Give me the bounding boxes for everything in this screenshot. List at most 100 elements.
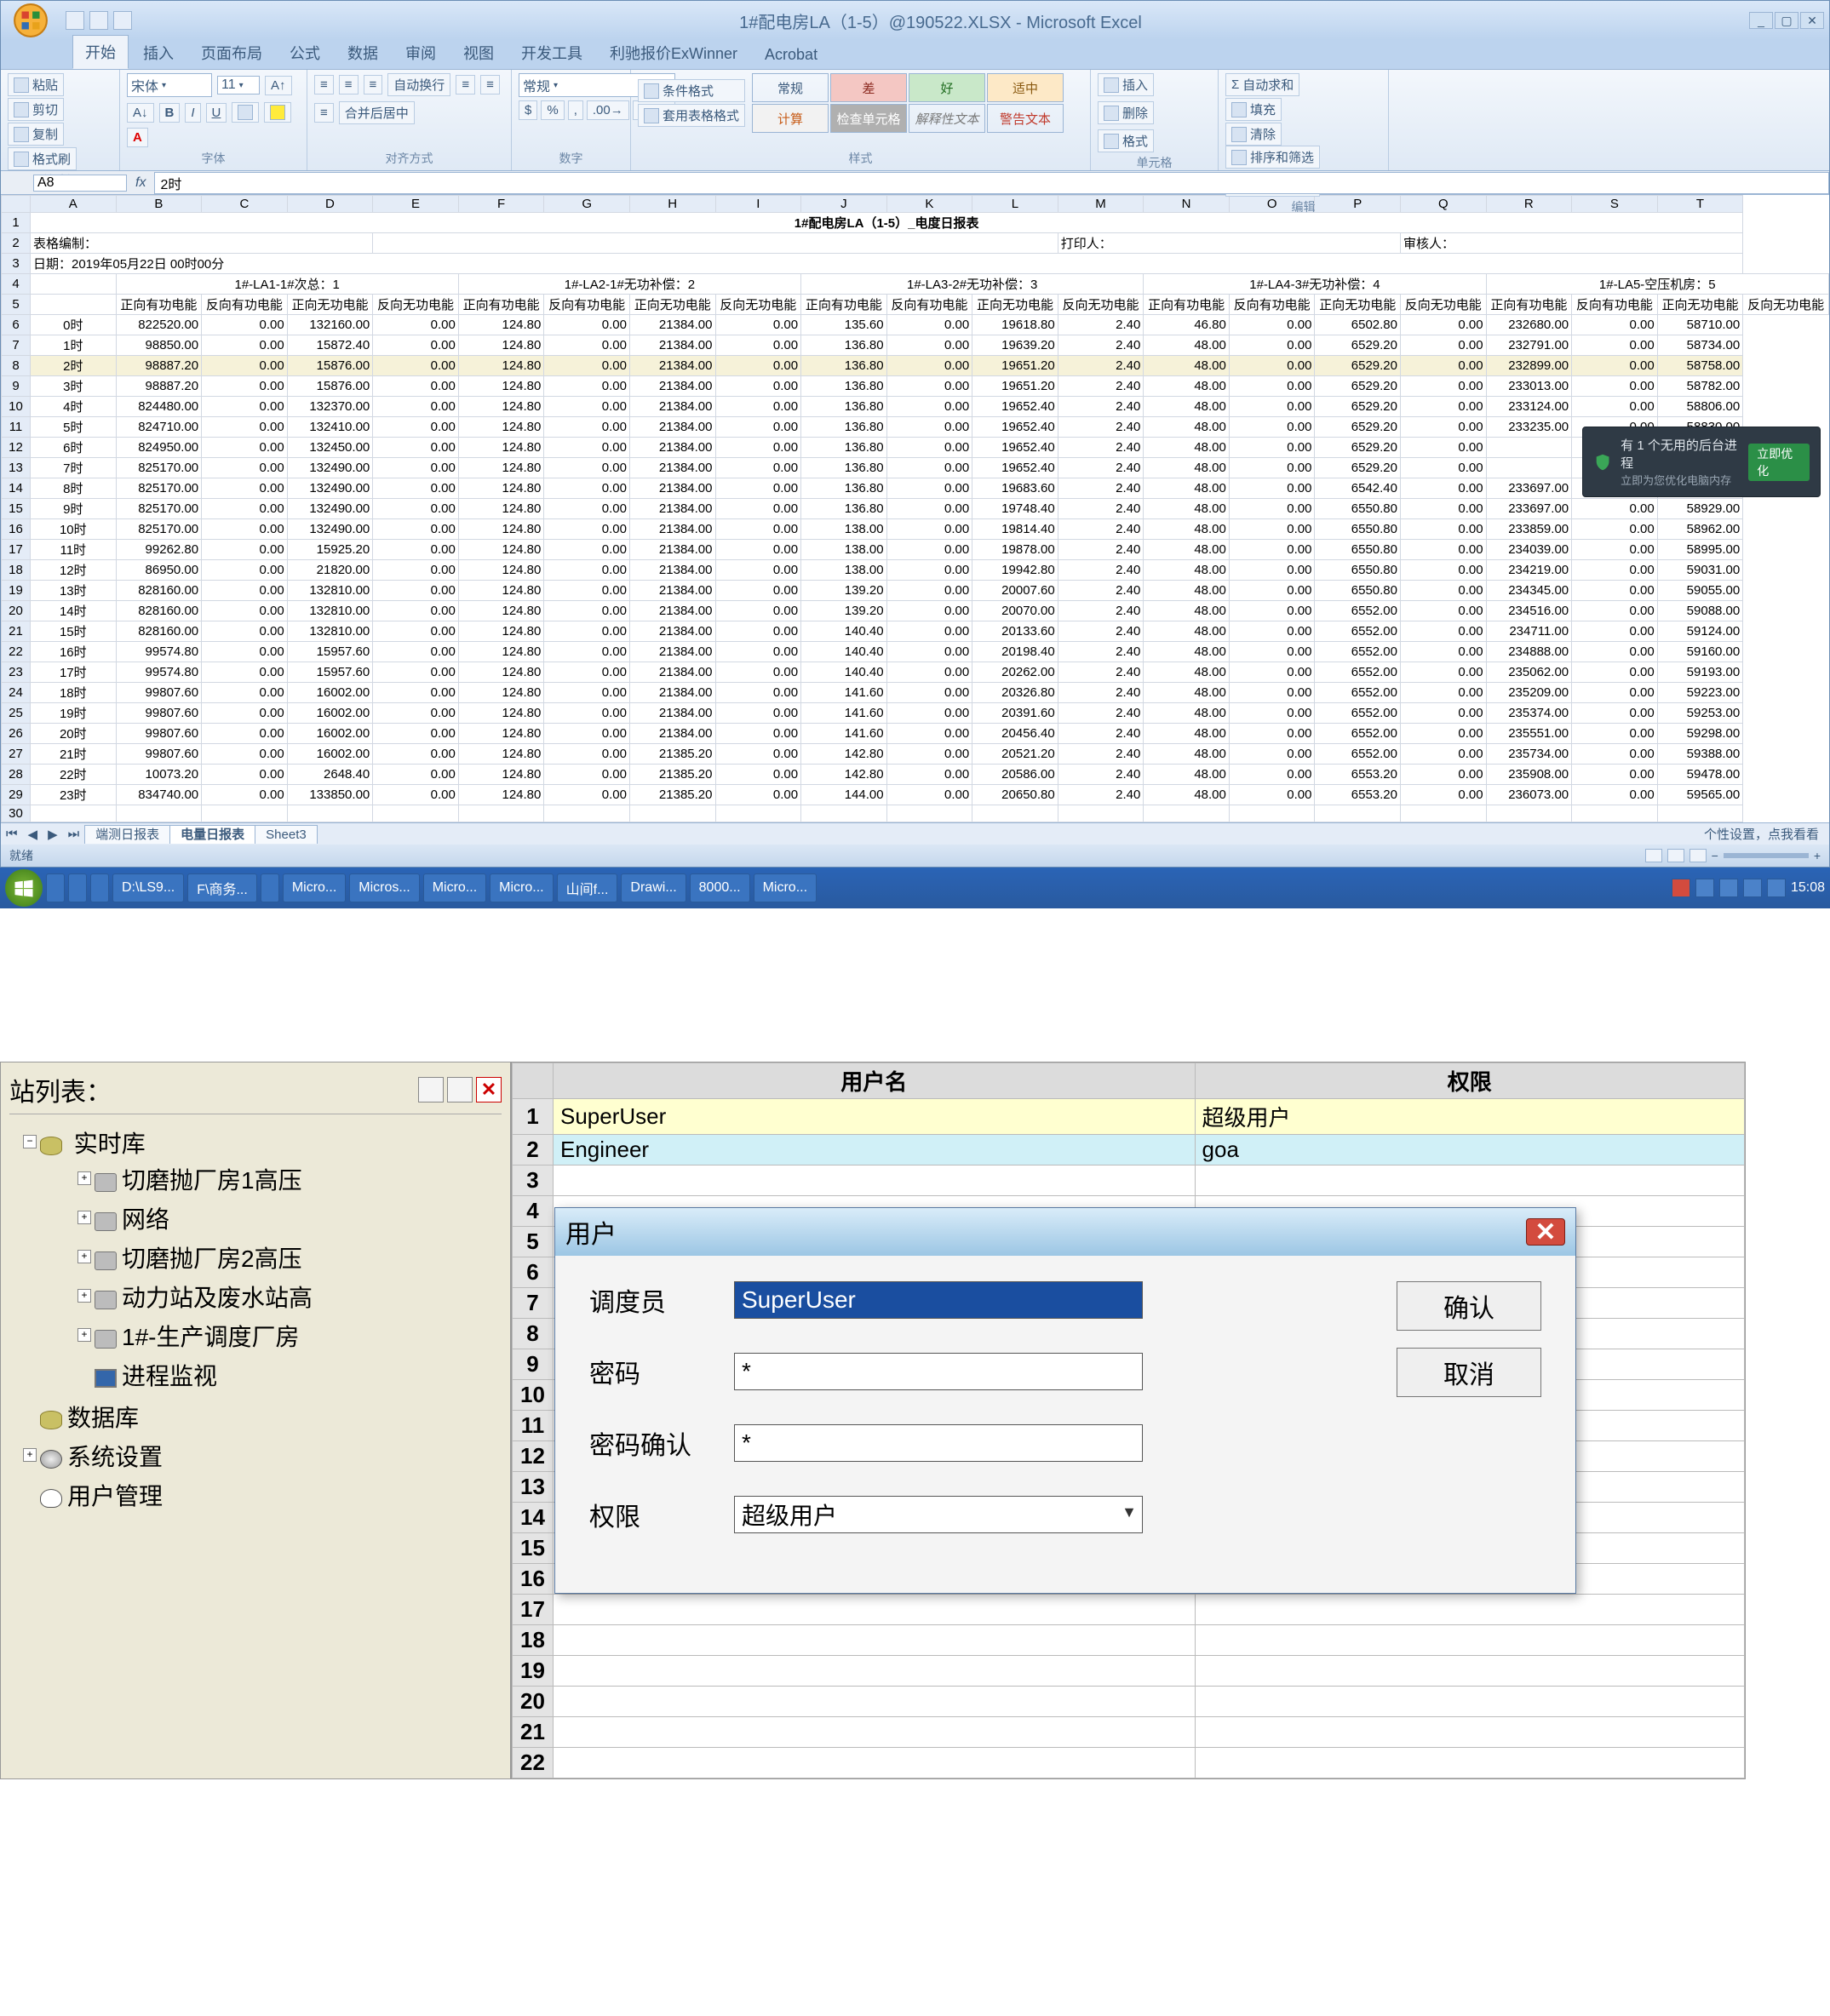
italic-button[interactable]: I bbox=[185, 103, 200, 123]
view-pagelayout-icon[interactable] bbox=[1667, 849, 1684, 862]
format-painter-button[interactable]: 格式刷 bbox=[8, 147, 77, 170]
increase-font-button[interactable]: A↑ bbox=[265, 76, 292, 95]
ok-button[interactable]: 确认 bbox=[1397, 1281, 1541, 1331]
sheet-tab[interactable]: 端测日报表 bbox=[84, 825, 170, 844]
tray-network-icon[interactable] bbox=[1719, 879, 1738, 897]
ribbon-tab[interactable]: 利驰报价ExWinner bbox=[597, 36, 750, 69]
ribbon-tab[interactable]: 审阅 bbox=[393, 36, 449, 69]
tray-shield-icon[interactable] bbox=[1767, 879, 1786, 897]
station-tree[interactable]: 实时库 切磨抛厂房1高压网络切磨抛厂房2高压动力站及废水站高1#-生产调度厂房进… bbox=[9, 1123, 502, 1515]
password-confirm-field[interactable]: * bbox=[734, 1424, 1143, 1462]
style-normal[interactable]: 常规 bbox=[752, 73, 829, 102]
zoom-out-button[interactable]: − bbox=[1712, 849, 1718, 862]
tray-sogou-icon[interactable] bbox=[1672, 879, 1690, 897]
align-left-button[interactable]: ≡ bbox=[456, 75, 475, 94]
qat-save-icon[interactable] bbox=[66, 11, 84, 30]
start-button[interactable] bbox=[5, 869, 43, 907]
operator-field[interactable]: SuperUser bbox=[734, 1281, 1143, 1319]
zoom-slider[interactable] bbox=[1724, 853, 1809, 858]
taskbar-item[interactable]: Micro... bbox=[754, 873, 817, 902]
align-bottom-button[interactable]: ≡ bbox=[364, 75, 383, 94]
align-middle-button[interactable]: ≡ bbox=[339, 75, 359, 94]
cut-button[interactable]: 剪切 bbox=[8, 98, 64, 121]
ribbon-tab[interactable]: 公式 bbox=[277, 36, 333, 69]
delete-button[interactable]: 删除 bbox=[1098, 101, 1154, 124]
tree-user-mgmt[interactable]: 用户管理 bbox=[14, 1475, 502, 1515]
style-explain[interactable]: 解释性文本 bbox=[909, 104, 985, 133]
taskbar-item[interactable]: 山间f... bbox=[557, 873, 618, 902]
clear-button[interactable]: 清除 bbox=[1225, 123, 1282, 146]
style-calc[interactable]: 计算 bbox=[752, 104, 829, 133]
worksheet-area[interactable]: ABCDEFGHIJKLMNOPQRST11#配电房LA（1-5）_电度日报表2… bbox=[1, 195, 1829, 822]
taskbar-item[interactable]: 8000... bbox=[690, 873, 750, 902]
ribbon-tab[interactable]: Acrobat bbox=[752, 40, 830, 69]
tree-item[interactable]: 进程监视 bbox=[69, 1355, 502, 1395]
tab-nav-first[interactable]: ⏮ bbox=[1, 827, 23, 841]
ribbon-tab[interactable]: 视图 bbox=[450, 36, 507, 69]
tree-root[interactable]: 实时库 切磨抛厂房1高压网络切磨抛厂房2高压动力站及废水站高1#-生产调度厂房进… bbox=[14, 1123, 502, 1397]
view-normal-icon[interactable] bbox=[1645, 849, 1662, 862]
taskbar-item[interactable]: Micro... bbox=[283, 873, 346, 902]
tree-item[interactable]: 1#-生产调度厂房 bbox=[69, 1316, 502, 1355]
save-icon[interactable] bbox=[447, 1077, 473, 1102]
qat-undo-icon[interactable] bbox=[89, 11, 108, 30]
tree-item[interactable]: 切磨抛厂房1高压 bbox=[69, 1160, 502, 1199]
style-neutral[interactable]: 适中 bbox=[987, 73, 1064, 102]
taskbar-item[interactable]: F\商务... bbox=[187, 873, 257, 902]
sheet-tab[interactable]: Sheet3 bbox=[255, 825, 318, 844]
role-dropdown[interactable]: 超级用户 bbox=[734, 1496, 1143, 1533]
ribbon-tab[interactable]: 数据 bbox=[335, 36, 391, 69]
ribbon-tab[interactable]: 页面布局 bbox=[188, 36, 275, 69]
style-bad[interactable]: 差 bbox=[830, 73, 907, 102]
cond-format-button[interactable]: 条件格式 bbox=[638, 79, 745, 102]
qat-redo-icon[interactable] bbox=[113, 11, 132, 30]
ribbon-tab[interactable]: 插入 bbox=[130, 36, 186, 69]
ribbon-tab[interactable]: 开始 bbox=[72, 35, 129, 69]
tree-item[interactable]: 动力站及废水站高 bbox=[69, 1277, 502, 1316]
taskbar-item[interactable] bbox=[46, 873, 65, 902]
tray-clock[interactable]: 15:08 bbox=[1791, 880, 1825, 896]
paste-button[interactable]: 粘贴 bbox=[8, 73, 64, 96]
office-button[interactable] bbox=[1, 1, 60, 40]
tab-nav-next[interactable]: ▶ bbox=[43, 827, 63, 842]
table-format-button[interactable]: 套用表格格式 bbox=[638, 104, 745, 127]
wrap-text-button[interactable]: 自动换行 bbox=[387, 73, 450, 96]
format-button[interactable]: 格式 bbox=[1098, 129, 1154, 152]
taskbar-item[interactable]: Drawi... bbox=[621, 873, 686, 902]
decrease-font-button[interactable]: A↓ bbox=[127, 103, 154, 123]
align-right-button[interactable]: ≡ bbox=[314, 103, 334, 123]
view-pagebreak-icon[interactable] bbox=[1689, 849, 1707, 862]
percent-button[interactable]: % bbox=[541, 100, 564, 120]
fill-color-button[interactable] bbox=[264, 102, 291, 123]
dec-inc-button[interactable]: .00→ bbox=[587, 100, 629, 120]
copy-button[interactable]: 复制 bbox=[8, 123, 64, 146]
formula-bar[interactable]: 2时 bbox=[154, 172, 1829, 194]
ribbon-tab[interactable]: 开发工具 bbox=[508, 36, 595, 69]
tray-volume-icon[interactable] bbox=[1743, 879, 1762, 897]
taskbar-item[interactable]: Micro... bbox=[423, 873, 486, 902]
sheet-tab[interactable]: 电量日报表 bbox=[169, 825, 255, 844]
currency-button[interactable]: $ bbox=[519, 100, 537, 120]
refresh-icon[interactable] bbox=[418, 1077, 444, 1102]
autosum-button[interactable]: Σ 自动求和 bbox=[1225, 73, 1299, 96]
cancel-button[interactable]: 取消 bbox=[1397, 1348, 1541, 1397]
close-button[interactable]: ✕ bbox=[1800, 12, 1824, 29]
tray-ime-icon[interactable] bbox=[1695, 879, 1714, 897]
align-center-button[interactable]: ≡ bbox=[480, 75, 500, 94]
insert-button[interactable]: 插入 bbox=[1098, 73, 1154, 96]
underline-button[interactable]: U bbox=[206, 103, 227, 123]
tree-system-settings[interactable]: 系统设置 bbox=[14, 1436, 502, 1475]
dialog-titlebar[interactable]: 用户 ✕ bbox=[555, 1208, 1575, 1256]
notif-action-button[interactable]: 立即优化 bbox=[1748, 444, 1810, 481]
font-size-combo[interactable]: 11 bbox=[217, 76, 260, 94]
font-name-combo[interactable]: 宋体 bbox=[127, 73, 212, 97]
maximize-button[interactable]: ▢ bbox=[1775, 12, 1798, 29]
taskbar-item[interactable] bbox=[261, 873, 279, 902]
taskbar-item[interactable] bbox=[68, 873, 87, 902]
tab-nav-last[interactable]: ⏭ bbox=[63, 827, 85, 841]
name-box[interactable]: A8 bbox=[33, 175, 127, 192]
border-button[interactable] bbox=[232, 102, 259, 123]
merge-button[interactable]: 合并后居中 bbox=[339, 101, 415, 124]
comma-button[interactable]: , bbox=[568, 100, 583, 120]
personalize-hint[interactable]: 个性设置，点我看看 bbox=[1704, 825, 1829, 843]
